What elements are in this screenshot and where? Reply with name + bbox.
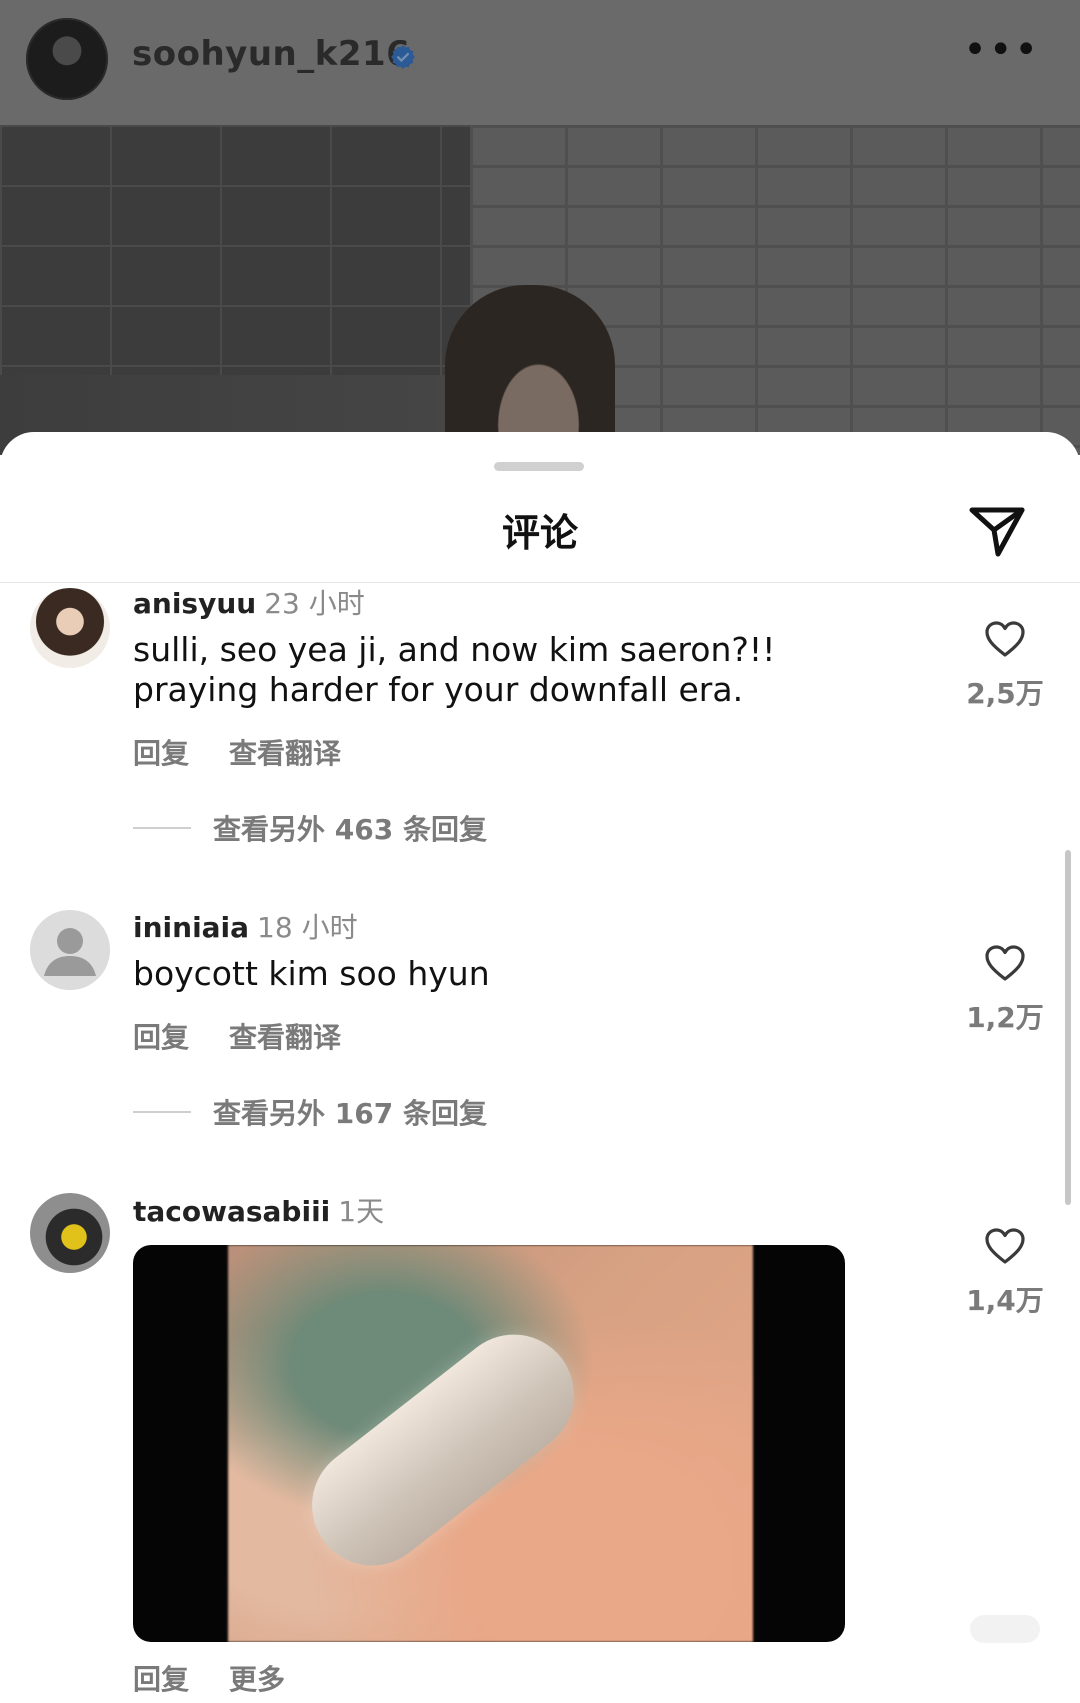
like-control[interactable]: 2,5万 bbox=[960, 620, 1050, 712]
comment-actions: 回复 查看翻译 bbox=[133, 732, 341, 772]
watermark bbox=[970, 1615, 1040, 1643]
paper-plane-icon[interactable] bbox=[968, 504, 1026, 558]
comment-avatar[interactable] bbox=[30, 910, 110, 990]
post-image bbox=[0, 125, 1080, 455]
reply-button[interactable]: 回复 bbox=[133, 737, 189, 770]
comment-actions: 回复 查看翻译 bbox=[133, 1016, 341, 1056]
heart-icon[interactable] bbox=[984, 1227, 1026, 1265]
comment-text: boycott kim soo hyun bbox=[133, 954, 490, 993]
translate-button[interactable]: 查看翻译 bbox=[229, 737, 341, 770]
view-replies-label: 查看另外 167 条回复 bbox=[213, 1097, 487, 1130]
scrollbar[interactable] bbox=[1065, 850, 1071, 1205]
like-control[interactable]: 1,4万 bbox=[960, 1227, 1050, 1319]
view-replies-button[interactable]: 查看另外 463 条回复 bbox=[133, 808, 487, 848]
photo-ceiling bbox=[0, 125, 470, 375]
comment-header: tacowasabiii 1天 bbox=[133, 1190, 384, 1230]
comment-username[interactable]: anisyuu bbox=[133, 587, 256, 620]
replies-line bbox=[133, 1111, 191, 1113]
comment-actions: 回复 更多 bbox=[133, 1658, 285, 1698]
post-header: soohyun_k216 ••• bbox=[0, 0, 1080, 125]
translate-button[interactable]: 查看翻译 bbox=[229, 1021, 341, 1054]
default-user-icon bbox=[30, 910, 110, 990]
comment-avatar[interactable] bbox=[30, 1193, 110, 1273]
profile-avatar[interactable] bbox=[26, 18, 108, 100]
view-replies-label: 查看另外 463 条回复 bbox=[213, 813, 487, 846]
comment-header: ininiaia 18 小时 bbox=[133, 906, 358, 946]
reply-button[interactable]: 回复 bbox=[133, 1663, 189, 1696]
comment-time: 18 小时 bbox=[257, 911, 358, 944]
comment-time: 1天 bbox=[338, 1195, 385, 1228]
sheet-title: 评论 bbox=[501, 511, 578, 555]
like-count: 1,4万 bbox=[966, 1284, 1044, 1317]
comment-avatar[interactable] bbox=[30, 588, 110, 668]
like-count: 1,2万 bbox=[966, 1001, 1044, 1034]
like-control[interactable]: 1,2万 bbox=[960, 944, 1050, 1036]
photo-person bbox=[445, 285, 615, 455]
comment-gif[interactable] bbox=[133, 1245, 845, 1642]
more-button[interactable]: 更多 bbox=[229, 1663, 285, 1696]
comment-header: anisyuu 23 小时 bbox=[133, 582, 365, 622]
comment-username[interactable]: tacowasabiii bbox=[133, 1195, 330, 1228]
replies-line bbox=[133, 827, 191, 829]
comment-text: sulli, seo yea ji, and now kim saeron?!!… bbox=[133, 630, 776, 709]
heart-icon[interactable] bbox=[984, 620, 1026, 658]
verified-badge-icon bbox=[391, 45, 415, 69]
like-count: 2,5万 bbox=[966, 677, 1044, 710]
sheet-drag-handle[interactable] bbox=[494, 462, 584, 471]
reply-button[interactable]: 回复 bbox=[133, 1021, 189, 1054]
heart-icon[interactable] bbox=[984, 944, 1026, 982]
comment-username[interactable]: ininiaia bbox=[133, 911, 249, 944]
comment-time: 23 小时 bbox=[264, 587, 365, 620]
profile-username[interactable]: soohyun_k216 bbox=[132, 34, 410, 74]
view-replies-button[interactable]: 查看另外 167 条回复 bbox=[133, 1092, 487, 1132]
more-options-icon[interactable]: ••• bbox=[963, 30, 1040, 70]
